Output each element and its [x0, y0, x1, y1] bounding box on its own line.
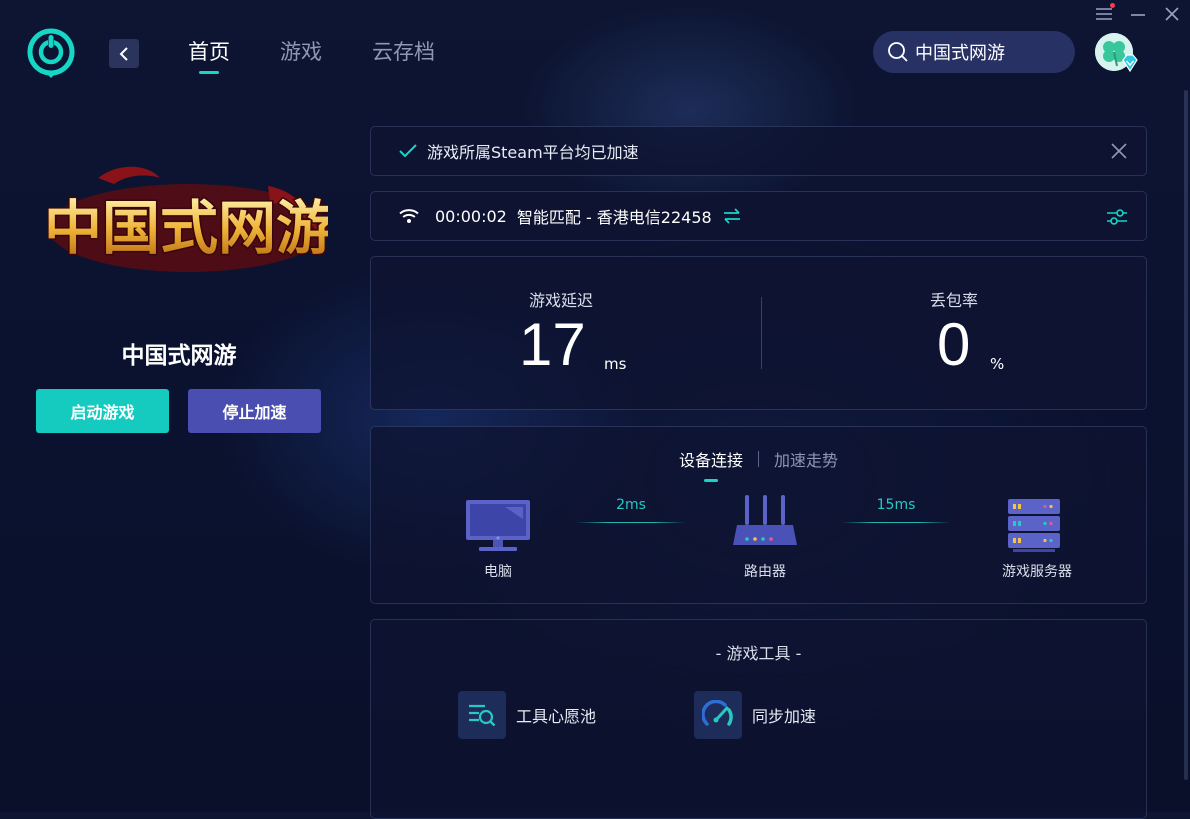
stats-divider — [761, 297, 762, 369]
router-server-link — [841, 522, 951, 523]
computer-icon — [466, 500, 530, 551]
avatar[interactable] — [1095, 33, 1138, 73]
tool-wish-pool[interactable]: 工具心愿池 — [458, 691, 596, 739]
chevron-left-icon — [119, 46, 128, 61]
check-icon — [399, 144, 417, 158]
stop-acceleration-button[interactable]: 停止加速 — [188, 389, 321, 433]
computer-label: 电脑 — [484, 564, 512, 580]
device-tabs: 设备连接 加速走势 — [371, 447, 1146, 471]
nav-games[interactable]: 游戏 — [280, 38, 322, 66]
notice-text: 游戏所属Steam平台均已加速 — [427, 143, 639, 162]
svg-text:中国式网游: 中国式网游 — [44, 194, 328, 262]
connection-duration: 00:00:02 — [435, 206, 507, 226]
latency-unit: ms — [604, 355, 627, 373]
minimize-icon[interactable] — [1128, 4, 1148, 24]
router-server-latency: 15ms — [876, 497, 916, 513]
notice-bar: 游戏所属Steam平台均已加速 — [370, 126, 1147, 176]
packet-loss-unit: % — [990, 355, 1005, 373]
wish-pool-icon — [458, 691, 506, 739]
close-icon[interactable] — [1110, 142, 1128, 160]
connection-bar: 00:00:02 智能匹配 - 香港电信22458 — [370, 191, 1147, 241]
speedometer-icon — [694, 691, 742, 739]
game-logo: 中国式网游 — [38, 160, 336, 280]
router-label: 路由器 — [744, 564, 786, 580]
tool-sync-acceleration[interactable]: 同步加速 — [694, 691, 816, 739]
nav-cloud-save[interactable]: 云存档 — [372, 38, 435, 66]
router-icon — [733, 495, 797, 545]
vip-badge-icon — [1122, 54, 1138, 73]
latency-value: 17 — [519, 311, 586, 378]
switch-route-icon[interactable] — [722, 208, 742, 224]
tab-device-connection[interactable]: 设备连接 — [679, 447, 743, 471]
search-input[interactable]: 中国式网游 — [873, 31, 1075, 73]
game-tools-panel: - 游戏工具 - 工具心愿池 同步加速 — [370, 619, 1147, 819]
tools-title: - 游戏工具 - — [715, 644, 802, 663]
server-icon — [1008, 499, 1060, 552]
tab-divider — [758, 451, 759, 467]
game-server-label: 游戏服务器 — [1002, 564, 1072, 580]
search-value: 中国式网游 — [915, 43, 1005, 64]
scrollbar[interactable] — [1184, 90, 1188, 780]
search-icon — [888, 42, 908, 62]
pc-router-link — [576, 522, 686, 523]
pc-router-latency: 2ms — [616, 497, 646, 513]
packet-loss-value: 0 — [937, 311, 971, 378]
stats-panel: 游戏延迟 17 ms 丢包率 0 % — [370, 256, 1147, 410]
connection-route: 智能匹配 - 香港电信22458 — [516, 208, 712, 227]
tab-acceleration-trend[interactable]: 加速走势 — [774, 447, 838, 471]
settings-sliders-icon[interactable] — [1106, 207, 1128, 227]
main-nav: 首页 游戏 云存档 — [188, 38, 435, 66]
menu-icon[interactable] — [1094, 3, 1115, 24]
back-button[interactable] — [109, 39, 139, 68]
nav-home[interactable]: 首页 — [188, 38, 230, 66]
device-connection-panel: 设备连接 加速走势 电脑 2ms 路由器 15ms 游戏服务器 — [370, 426, 1147, 604]
window-controls — [1094, 3, 1182, 24]
game-title: 中国式网游 — [121, 343, 237, 369]
close-window-icon[interactable] — [1162, 4, 1182, 24]
notification-dot — [1110, 3, 1115, 8]
wish-pool-label: 工具心愿池 — [516, 707, 597, 726]
app-logo — [26, 27, 76, 79]
start-game-button[interactable]: 启动游戏 — [36, 389, 169, 433]
sync-acceleration-label: 同步加速 — [752, 707, 817, 726]
wifi-icon — [399, 209, 419, 223]
